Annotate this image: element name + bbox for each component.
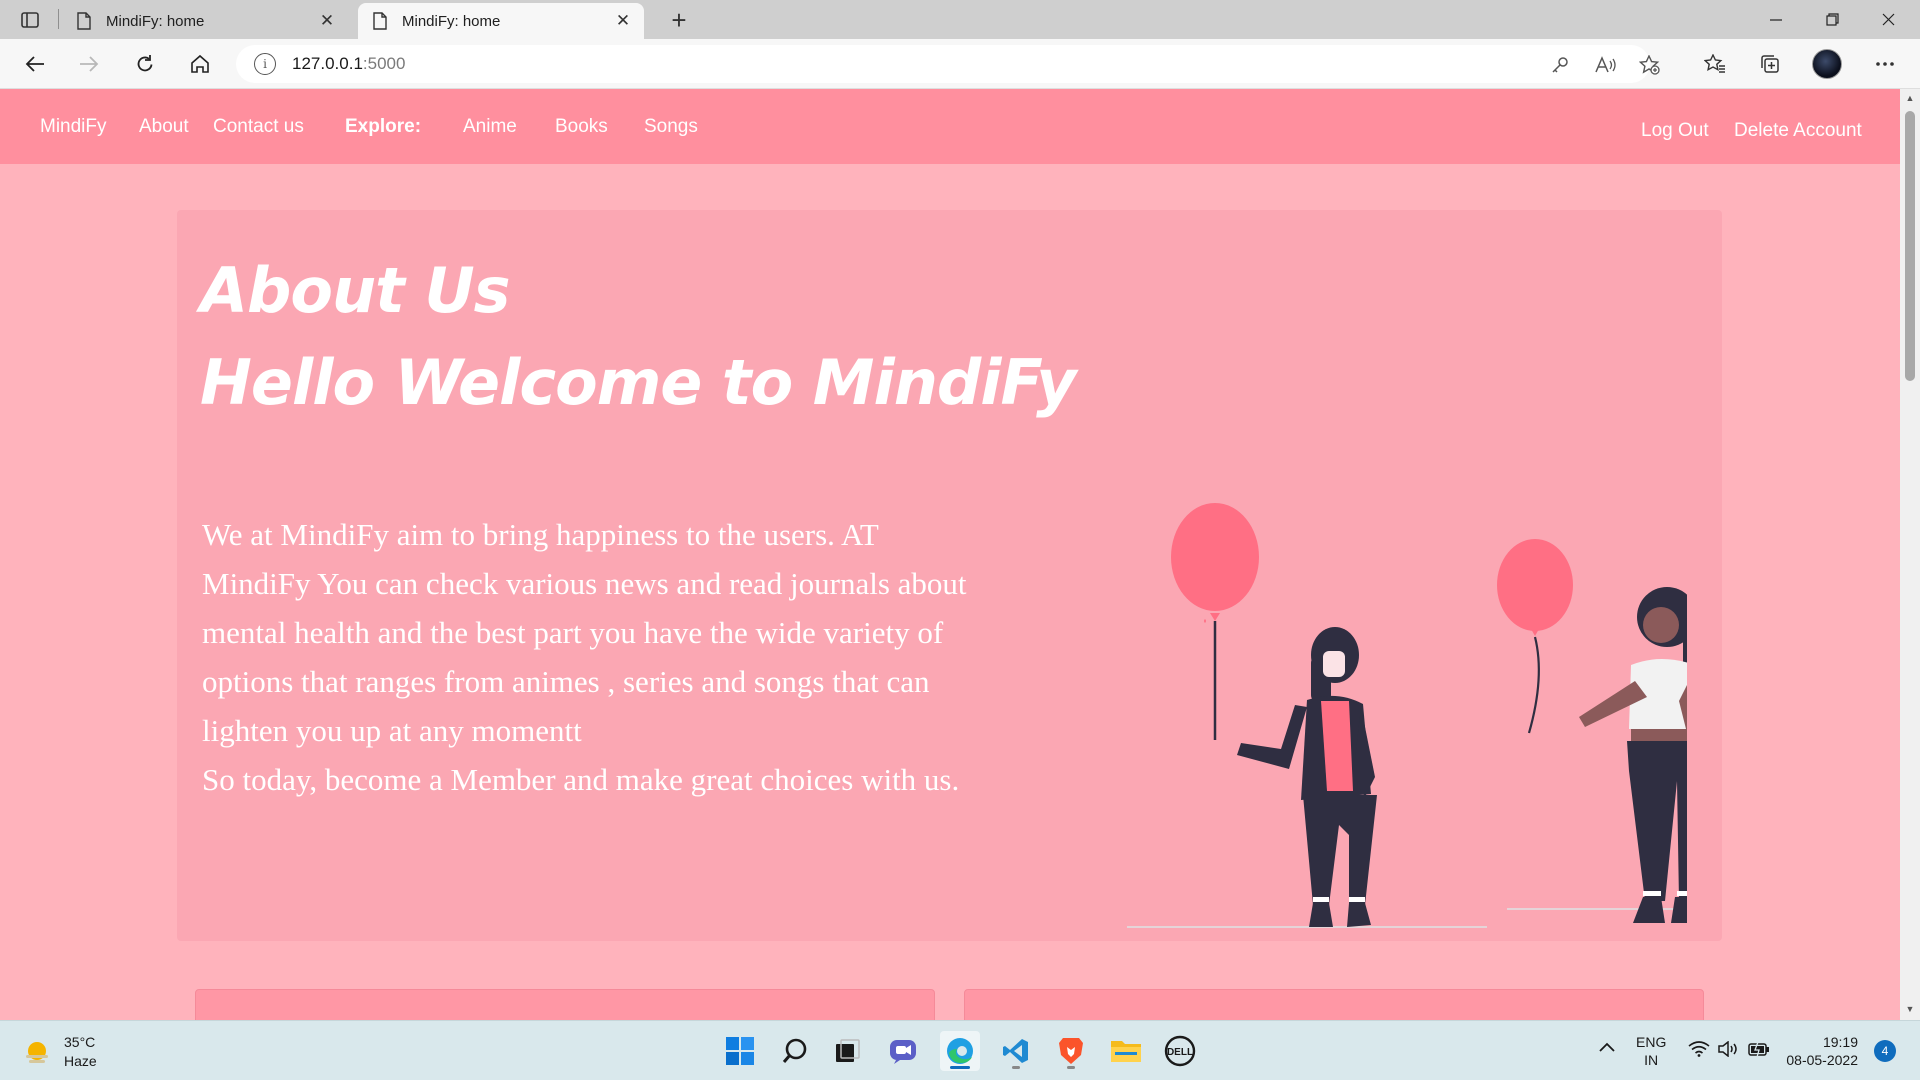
- wifi-icon[interactable]: [1688, 1041, 1710, 1061]
- teams-chat-icon[interactable]: [883, 1031, 923, 1071]
- vscode-icon[interactable]: [996, 1031, 1036, 1071]
- feature-card-2: [964, 989, 1704, 1020]
- weather-widget[interactable]: 35°C Haze: [24, 1033, 97, 1071]
- tab-separator: [58, 9, 59, 29]
- notification-badge[interactable]: 4: [1874, 1040, 1896, 1062]
- weather-condition: Haze: [64, 1053, 97, 1069]
- task-view-icon[interactable]: [827, 1031, 867, 1071]
- left-woman-figure: [1237, 627, 1377, 927]
- nav-delete-account[interactable]: Delete Account: [1734, 120, 1862, 142]
- nav-brand[interactable]: MindiFy: [40, 116, 107, 138]
- about-hero-card: About Us Hello Welcome to MindiFy We at …: [177, 210, 1722, 941]
- brave-browser-icon[interactable]: [1051, 1031, 1091, 1071]
- tab-title: MindiFy: home: [402, 12, 501, 30]
- svg-text:DELL: DELL: [1167, 1047, 1193, 1058]
- clock-date: 08-05-2022: [1786, 1052, 1858, 1068]
- running-app-indicator: [1067, 1066, 1075, 1069]
- right-woman-figure: [1579, 587, 1687, 923]
- edge-browser-icon[interactable]: [940, 1031, 980, 1071]
- scroll-down-icon[interactable]: ▼: [1900, 1000, 1920, 1018]
- tab-close-icon[interactable]: ✕: [612, 10, 634, 32]
- nav-anime[interactable]: Anime: [463, 116, 517, 138]
- page-viewport: MindiFy About Contact us Explore: Anime …: [0, 89, 1900, 1020]
- tab-close-icon[interactable]: ✕: [316, 10, 338, 32]
- nav-logout[interactable]: Log Out: [1641, 120, 1709, 142]
- forward-icon[interactable]: [74, 49, 104, 79]
- nav-about[interactable]: About: [139, 116, 189, 138]
- site-info-icon[interactable]: i: [254, 53, 276, 75]
- new-tab-button[interactable]: +: [664, 5, 694, 35]
- file-explorer-icon[interactable]: [1106, 1031, 1146, 1071]
- address-port: :5000: [362, 54, 406, 73]
- search-icon[interactable]: [775, 1031, 815, 1071]
- welcome-heading: Hello Welcome to MindiFy: [200, 346, 1077, 419]
- os-taskbar: 35°C Haze DELL ENG IN 19:19 08-05-2022 4: [0, 1020, 1920, 1080]
- show-hidden-icons-icon[interactable]: [1598, 1039, 1616, 1057]
- weather-temp: 35°C: [64, 1034, 96, 1050]
- read-aloud-icon[interactable]: [1592, 51, 1620, 79]
- home-icon[interactable]: [185, 49, 215, 79]
- volume-icon[interactable]: [1718, 1040, 1740, 1061]
- nav-books[interactable]: Books: [555, 116, 608, 138]
- running-app-indicator: [1012, 1066, 1020, 1069]
- balloon-women-illustration: [1127, 503, 1687, 928]
- feature-card-1: [195, 989, 935, 1020]
- about-description: We at MindiFy aim to bring happiness to …: [202, 510, 972, 804]
- system-clock[interactable]: 19:19 08-05-2022: [1786, 1033, 1858, 1069]
- minimize-icon[interactable]: [1748, 0, 1804, 39]
- address-host: 127.0.0.1: [292, 54, 363, 73]
- battery-icon[interactable]: [1748, 1041, 1770, 1061]
- page-icon: [373, 12, 387, 30]
- scroll-thumb[interactable]: [1905, 111, 1915, 381]
- site-navbar: MindiFy About Contact us Explore: Anime …: [0, 89, 1900, 164]
- profile-avatar[interactable]: [1812, 49, 1842, 79]
- left-balloon: [1171, 503, 1259, 740]
- clock-time: 19:19: [1822, 1034, 1858, 1050]
- start-icon[interactable]: [720, 1031, 760, 1071]
- language-code: ENG: [1636, 1034, 1667, 1050]
- key-icon[interactable]: [1546, 51, 1574, 79]
- dell-app-icon[interactable]: DELL: [1160, 1031, 1200, 1071]
- browser-toolbar: i 127.0.0.1:5000: [0, 39, 1920, 89]
- sun-haze-icon: [26, 1042, 48, 1063]
- add-favorite-icon[interactable]: [1636, 51, 1664, 79]
- about-paragraph-2: So today, become a Member and make great…: [202, 762, 960, 797]
- language-indicator[interactable]: ENG IN: [1636, 1033, 1666, 1069]
- tab-actions-icon[interactable]: [18, 8, 42, 32]
- browser-tab-2[interactable]: MindiFy: home ✕: [358, 3, 644, 39]
- nav-contact[interactable]: Contact us: [213, 116, 304, 138]
- nav-explore-label: Explore:: [345, 116, 422, 137]
- refresh-icon[interactable]: [130, 49, 160, 79]
- page-icon: [77, 12, 91, 30]
- page-scrollbar[interactable]: ▲ ▼: [1900, 89, 1920, 1020]
- close-window-icon[interactable]: [1860, 0, 1916, 39]
- favorites-icon[interactable]: [1700, 49, 1730, 79]
- about-paragraph-1: We at MindiFy aim to bring happiness to …: [202, 517, 967, 748]
- tab-title: MindiFy: home: [106, 12, 205, 30]
- nav-songs[interactable]: Songs: [644, 116, 698, 138]
- address-bar[interactable]: i 127.0.0.1:5000: [236, 45, 1660, 83]
- back-icon[interactable]: [20, 49, 50, 79]
- language-region: IN: [1644, 1052, 1659, 1068]
- active-app-indicator: [950, 1066, 970, 1069]
- about-heading: About Us: [200, 254, 511, 327]
- more-options-icon[interactable]: [1870, 49, 1900, 79]
- restore-icon[interactable]: [1804, 0, 1860, 39]
- scroll-up-icon[interactable]: ▲: [1900, 89, 1920, 107]
- browser-tab-bar: MindiFy: home ✕ MindiFy: home ✕ +: [0, 0, 1920, 39]
- collections-icon[interactable]: [1755, 49, 1785, 79]
- browser-tab-1[interactable]: MindiFy: home ✕: [62, 3, 348, 39]
